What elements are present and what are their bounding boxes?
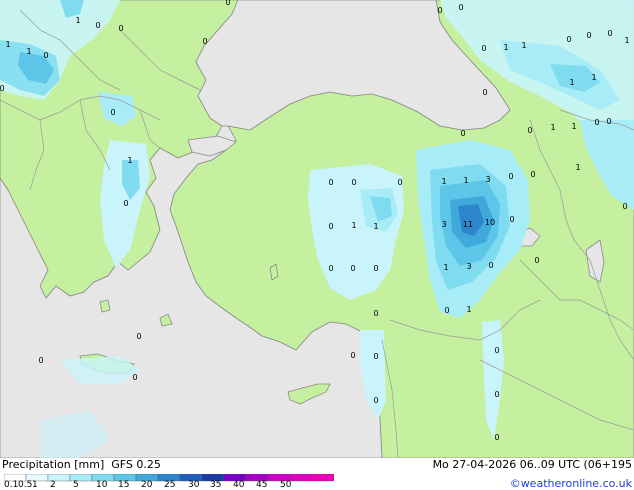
value-label: 0 — [202, 37, 207, 46]
value-label: 0 — [95, 21, 100, 30]
value-label: 1 — [127, 156, 132, 165]
legend-tick-label: 2 — [50, 480, 56, 490]
value-label: 1 — [373, 222, 378, 231]
value-label: 0 — [123, 199, 128, 208]
value-label: 0 — [328, 222, 333, 231]
value-label: 1 — [463, 176, 468, 185]
valid-time: Mo 27-04-2026 06..09 UTC (06+195 — [432, 458, 632, 471]
legend-tick-label: 25 — [164, 480, 176, 490]
value-label: 11 — [463, 220, 473, 229]
value-label: 0 — [494, 346, 499, 355]
legend-tick-label: 30 — [188, 480, 200, 490]
title-label: Precipitation [mm] — [2, 458, 105, 471]
credit-text: ©weatheronline.co.uk — [509, 477, 632, 490]
value-label: 0 — [43, 51, 48, 60]
value-label: 3 — [485, 175, 490, 184]
value-label: 0 — [373, 264, 378, 273]
value-label: 0 — [530, 170, 535, 179]
value-label: 0 — [482, 88, 487, 97]
value-label: 1 — [571, 122, 576, 131]
value-label: 1 — [5, 40, 10, 49]
value-label: 1 — [521, 41, 526, 50]
value-label: 0 — [328, 178, 333, 187]
value-label: 0 — [225, 0, 230, 7]
value-label: 0 — [508, 172, 513, 181]
value-label: 0 — [566, 35, 571, 44]
value-label: 0 — [328, 264, 333, 273]
value-label: 0 — [444, 306, 449, 315]
legend-tick-label: 10 — [96, 480, 108, 490]
legend-tick-label: 20 — [141, 480, 153, 490]
footer-bar: Precipitation [mm] GFS 0.25 Mo 27-04-202… — [0, 458, 634, 490]
legend-tick-label: 5 — [73, 480, 79, 490]
value-label: 1 — [550, 123, 555, 132]
value-label: 0 — [350, 264, 355, 273]
value-label: 1 — [441, 177, 446, 186]
value-label: 0 — [110, 108, 115, 117]
value-label: 0 — [622, 202, 627, 211]
value-label: 0 — [118, 24, 123, 33]
value-label: 0 — [534, 256, 539, 265]
legend-tick-label: 15 — [118, 480, 130, 490]
value-label: 3 — [466, 262, 471, 271]
legend-ticks: 0.1 0.5 1 2 5 10 15 20 25 30 35 40 45 50 — [0, 480, 330, 490]
value-label: 0 — [509, 215, 514, 224]
legend-tick-label: 35 — [210, 480, 222, 490]
value-label: 0 — [494, 433, 499, 442]
value-label: 1 — [569, 78, 574, 87]
value-label: 0 — [458, 3, 463, 12]
value-label: 1 — [624, 36, 629, 45]
value-label: 0 — [488, 261, 493, 270]
value-label: 0 — [397, 178, 402, 187]
value-label: 0 — [136, 332, 141, 341]
value-label: 0 — [373, 352, 378, 361]
value-label: 1 — [591, 73, 596, 82]
value-label: 1 — [443, 263, 448, 272]
value-label: 10 — [485, 218, 495, 227]
value-label: 0 — [586, 31, 591, 40]
value-label: 1 — [351, 221, 356, 230]
map-title: Precipitation [mm] GFS 0.25 — [2, 458, 161, 471]
precipitation-map: 10 0011 0000100 00 1 10 0 011100 0 1 1 0 0100 0 0 1 1 3 0 0… — [0, 0, 634, 458]
value-label: 1 — [26, 47, 31, 56]
value-label: 0 — [494, 390, 499, 399]
legend-tick-label: 0.5 — [18, 480, 33, 490]
value-label: 0 — [0, 84, 5, 93]
value-label: 0 — [132, 373, 137, 382]
value-label: 1 — [466, 305, 471, 314]
value-label: 0 — [350, 351, 355, 360]
value-label: 0 — [373, 396, 378, 405]
value-label: 0 — [594, 118, 599, 127]
value-label: 3 — [441, 220, 446, 229]
value-label: 0 — [606, 117, 611, 126]
legend-tick-label: 40 — [233, 480, 245, 490]
legend-tick-label: 0.1 — [4, 480, 19, 490]
value-label: 0 — [481, 44, 486, 53]
value-label: 1 — [575, 163, 580, 172]
legend-tick-label: 1 — [32, 480, 38, 490]
value-label: 1 — [75, 16, 80, 25]
model-label: GFS 0.25 — [111, 458, 161, 471]
legend-tick-label: 50 — [280, 480, 292, 490]
value-label: 0 — [460, 129, 465, 138]
value-label: 0 — [351, 178, 356, 187]
value-label: 1 — [503, 43, 508, 52]
value-label: 0 — [38, 356, 43, 365]
legend-tick-label: 45 — [256, 480, 268, 490]
value-label: 0 — [607, 29, 612, 38]
value-label: 0 — [527, 126, 532, 135]
value-label: 0 — [437, 6, 442, 15]
value-label: 0 — [373, 309, 378, 318]
